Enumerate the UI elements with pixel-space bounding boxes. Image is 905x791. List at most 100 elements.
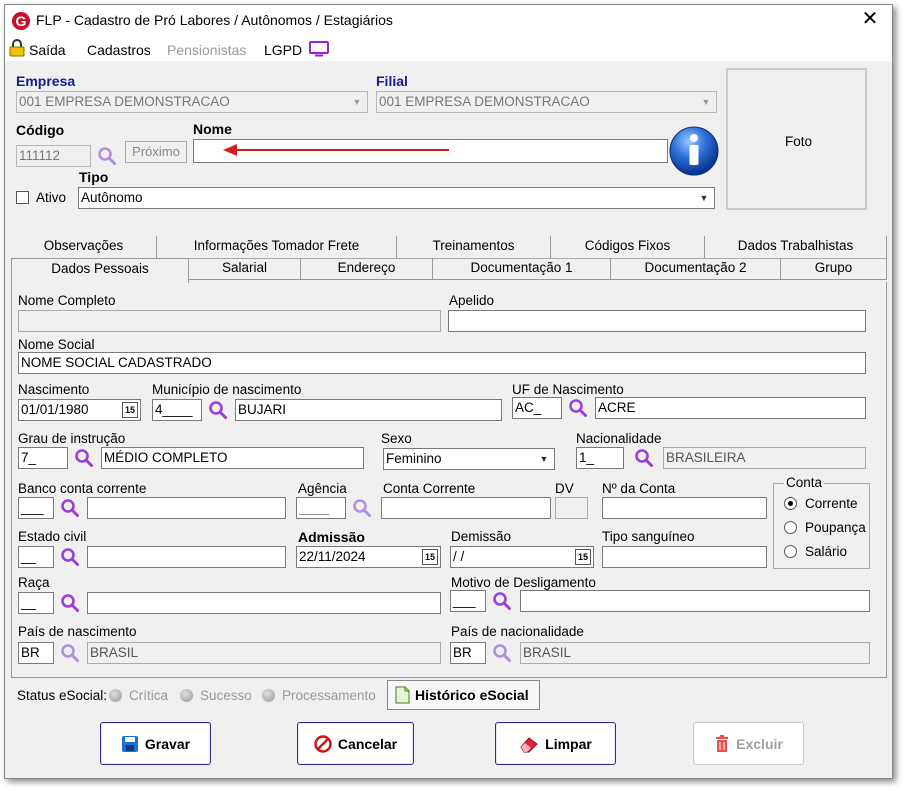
pais-nasc-field[interactable]: BRASIL bbox=[87, 642, 441, 664]
empresa-value: 001 EMPRESA DEMONSTRACAO bbox=[19, 94, 230, 109]
close-icon[interactable]: ✕ bbox=[858, 8, 882, 32]
tab-salarial[interactable]: Salarial bbox=[189, 258, 301, 280]
uf-field[interactable]: ACRE bbox=[595, 397, 866, 419]
calendar-icon[interactable]: 15 bbox=[422, 549, 438, 565]
tab-endereco[interactable]: Endereço bbox=[301, 258, 433, 280]
cancelar-button[interactable]: Cancelar bbox=[297, 722, 414, 765]
menu-cadastros[interactable]: Cadastros bbox=[87, 42, 151, 58]
num-conta-field[interactable] bbox=[602, 497, 767, 519]
tab-observacoes[interactable]: Observações bbox=[11, 236, 157, 258]
conta-radio-salario[interactable] bbox=[784, 545, 797, 558]
search-icon[interactable] bbox=[491, 590, 513, 612]
calendar-icon[interactable]: 15 bbox=[122, 402, 138, 418]
empresa-label: Empresa bbox=[16, 73, 76, 89]
municipio-code-field[interactable]: 4____ bbox=[152, 399, 202, 421]
nome-label: Nome bbox=[193, 121, 232, 137]
nascimento-field[interactable]: 01/01/1980 15 bbox=[18, 399, 141, 421]
search-icon[interactable] bbox=[351, 497, 373, 519]
nacionalidade-label: Nacionalidade bbox=[576, 431, 662, 446]
nome-social-field[interactable]: NOME SOCIAL CADASTRADO bbox=[18, 352, 866, 374]
excluir-button[interactable]: Excluir bbox=[693, 722, 804, 765]
eraser-icon bbox=[520, 736, 538, 752]
estado-civil-code-field[interactable]: __ bbox=[18, 546, 54, 568]
banco-field[interactable] bbox=[87, 497, 286, 519]
conta-corrente-label: Conta Corrente bbox=[383, 481, 476, 496]
raca-code-field[interactable]: __ bbox=[18, 592, 54, 614]
tipo-sanguineo-field[interactable] bbox=[602, 546, 767, 568]
pais-nac-field[interactable]: BRASIL bbox=[520, 642, 870, 664]
codigo-label: Código bbox=[16, 122, 65, 138]
calendar-icon[interactable]: 15 bbox=[575, 549, 591, 565]
agencia-label: Agência bbox=[298, 481, 347, 496]
grau-label: Grau de instrução bbox=[18, 431, 126, 446]
tab-documentacao-1[interactable]: Documentação 1 bbox=[433, 258, 611, 280]
main-window: G FLP - Cadastro de Pró Labores / Autôno… bbox=[4, 4, 893, 779]
tipo-select[interactable]: Autônomo ▼ bbox=[78, 187, 715, 209]
search-icon[interactable] bbox=[633, 447, 655, 469]
menu-saida[interactable]: Saída bbox=[29, 42, 66, 58]
raca-field[interactable] bbox=[87, 592, 441, 614]
tab-codigos-fixos[interactable]: Códigos Fixos bbox=[551, 236, 705, 258]
agencia-field[interactable]: ____ bbox=[296, 497, 346, 519]
grau-code-field[interactable]: 7_ bbox=[18, 447, 68, 469]
gravar-button[interactable]: Gravar bbox=[100, 722, 211, 765]
menu-bar: Saída Cadastros Pensionistas LGPD bbox=[5, 35, 892, 61]
grau-field[interactable]: MÉDIO COMPLETO bbox=[101, 447, 364, 469]
tab-informacoes-tomador-frete[interactable]: Informações Tomador Frete bbox=[157, 236, 397, 258]
nome-completo-field[interactable] bbox=[18, 310, 441, 332]
banco-code-field[interactable]: ___ bbox=[18, 497, 54, 519]
pais-nac-code-field[interactable]: BR bbox=[450, 642, 486, 664]
search-icon[interactable] bbox=[567, 397, 589, 419]
photo-frame[interactable]: Foto bbox=[726, 68, 867, 210]
search-icon[interactable] bbox=[96, 145, 118, 167]
menu-lgpd[interactable]: LGPD bbox=[264, 42, 302, 58]
conta-radio-corrente[interactable] bbox=[784, 497, 797, 510]
historico-esocial-button[interactable]: Histórico eSocial bbox=[387, 680, 540, 710]
dv-field[interactable] bbox=[555, 497, 588, 519]
empresa-select[interactable]: 001 EMPRESA DEMONSTRACAO ▼ bbox=[16, 91, 368, 113]
pais-nasc-code-field[interactable]: BR bbox=[18, 642, 54, 664]
admissao-label: Admissão bbox=[298, 529, 365, 545]
ativo-checkbox[interactable] bbox=[16, 191, 29, 204]
demissao-field[interactable]: / / 15 bbox=[450, 546, 594, 568]
admissao-field[interactable]: 22/11/2024 15 bbox=[296, 546, 441, 568]
conta-radio-poupanca[interactable] bbox=[784, 521, 797, 534]
tipo-sanguineo-label: Tipo sanguíneo bbox=[602, 529, 695, 544]
raca-label: Raça bbox=[18, 575, 50, 590]
motivo-field[interactable] bbox=[520, 590, 870, 612]
tab-dados-pessoais[interactable]: Dados Pessoais bbox=[11, 258, 189, 283]
sexo-value: Feminino bbox=[386, 451, 442, 466]
tabs-row-2: Dados Pessoais Salarial Endereço Documen… bbox=[11, 258, 887, 283]
search-icon[interactable] bbox=[59, 642, 81, 664]
chevron-down-icon: ▼ bbox=[701, 97, 711, 107]
tab-grupo[interactable]: Grupo bbox=[781, 258, 887, 280]
proximo-button[interactable]: Próximo bbox=[125, 141, 187, 163]
conta-corrente-field[interactable] bbox=[381, 497, 551, 519]
search-icon[interactable] bbox=[59, 592, 81, 614]
sexo-select[interactable]: Feminino ▼ bbox=[383, 448, 555, 470]
motivo-code-field[interactable]: ___ bbox=[450, 590, 486, 612]
limpar-button[interactable]: Limpar bbox=[495, 722, 616, 765]
sexo-label: Sexo bbox=[381, 431, 412, 446]
monitor-icon[interactable] bbox=[309, 41, 329, 57]
info-icon[interactable] bbox=[668, 123, 720, 177]
estado-civil-field[interactable] bbox=[87, 546, 286, 568]
search-icon[interactable] bbox=[491, 642, 513, 664]
menu-pensionistas[interactable]: Pensionistas bbox=[167, 42, 246, 58]
nacionalidade-code-field[interactable]: 1_ bbox=[576, 447, 624, 469]
filial-select[interactable]: 001 EMPRESA DEMONSTRACAO ▼ bbox=[376, 91, 717, 113]
tab-treinamentos[interactable]: Treinamentos bbox=[397, 236, 551, 258]
search-icon[interactable] bbox=[73, 447, 95, 469]
tab-panel-dados-pessoais bbox=[11, 282, 887, 678]
search-icon[interactable] bbox=[59, 497, 81, 519]
search-icon[interactable] bbox=[59, 546, 81, 568]
search-icon[interactable] bbox=[207, 399, 229, 421]
uf-code-field[interactable]: AC_ bbox=[512, 397, 562, 419]
tab-documentacao-2[interactable]: Documentação 2 bbox=[611, 258, 781, 280]
codigo-field[interactable]: 111112 bbox=[16, 145, 91, 167]
municipio-field[interactable]: BUJARI bbox=[235, 399, 502, 421]
title-bar: G FLP - Cadastro de Pró Labores / Autôno… bbox=[5, 5, 892, 35]
nacionalidade-field[interactable]: BRASILEIRA bbox=[663, 447, 866, 469]
apelido-field[interactable] bbox=[448, 310, 866, 332]
tab-dados-trabalhistas[interactable]: Dados Trabalhistas bbox=[705, 236, 887, 258]
